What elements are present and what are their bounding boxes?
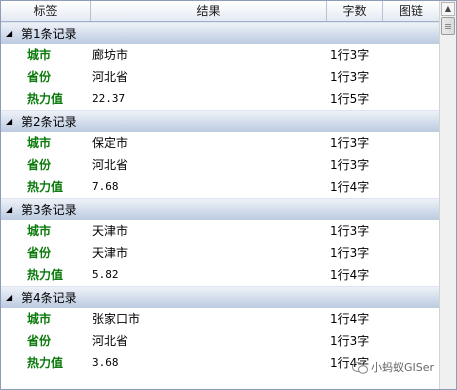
row-result: 天津市 (92, 224, 129, 238)
row-tag: 城市 (27, 312, 52, 326)
grid-header: 标签 结果 字数 图链 (1, 1, 439, 22)
row-count: 1行3字 (330, 136, 370, 150)
row-tag: 省份 (27, 70, 52, 84)
watermark: 小蚂蚁GISer (352, 359, 434, 377)
table-row[interactable]: 城市 廊坊市 1行3字 (1, 44, 439, 66)
watermark-text: 小蚂蚁GISer (371, 361, 435, 374)
row-tag: 热力值 (27, 268, 64, 282)
table-row[interactable]: 城市 天津市 1行3字 (1, 220, 439, 242)
row-result: 河北省 (92, 70, 129, 84)
chevron-up-icon[interactable]: ▲ (441, 2, 455, 16)
group-title: 第3条记录 (21, 203, 77, 217)
table-row[interactable]: 省份 河北省 1行3字 (1, 330, 439, 352)
scrollbar-thumb[interactable] (441, 17, 455, 35)
row-result: 廊坊市 (92, 48, 129, 62)
table-row[interactable]: 省份 天津市 1行3字 (1, 242, 439, 264)
row-count: 1行4字 (330, 180, 370, 194)
row-result: 22.37 (92, 92, 126, 105)
table-row[interactable]: 省份 河北省 1行3字 (1, 154, 439, 176)
row-result: 7.68 (92, 180, 119, 193)
column-header-image[interactable]: 图链 (383, 1, 439, 21)
row-tag: 省份 (27, 158, 52, 172)
row-result: 张家口市 (92, 312, 141, 326)
row-count: 1行3字 (330, 158, 370, 172)
group-row[interactable]: ◢ 第3条记录 (1, 198, 439, 220)
group-title: 第1条记录 (21, 27, 77, 41)
row-count: 1行3字 (330, 48, 370, 62)
row-tag: 热力值 (27, 180, 64, 194)
row-count: 1行3字 (330, 246, 370, 260)
column-header-count[interactable]: 字数 (327, 1, 383, 21)
row-tag: 省份 (27, 246, 52, 260)
group-title: 第2条记录 (21, 115, 77, 129)
row-count: 1行3字 (330, 70, 370, 84)
table-row[interactable]: 省份 河北省 1行3字 (1, 66, 439, 88)
grip-line (445, 28, 451, 29)
triangle-down-icon[interactable]: ◢ (6, 287, 16, 309)
row-count: 1行5字 (330, 92, 370, 106)
row-result: 保定市 (92, 136, 129, 150)
row-count: 1行4字 (330, 268, 370, 282)
table-row[interactable]: 热力值 22.37 1行5字 (1, 88, 439, 110)
table-row[interactable]: 城市 保定市 1行3字 (1, 132, 439, 154)
grip-line (445, 26, 451, 27)
row-result: 天津市 (92, 246, 129, 260)
row-tag: 城市 (27, 48, 52, 62)
triangle-down-icon[interactable]: ◢ (6, 111, 16, 133)
group-row[interactable]: ◢ 第1条记录 (1, 22, 439, 44)
property-grid: 标签 结果 字数 图链 ◢ 第1条记录 城市 廊坊市 1行3字 省份 河北省 1行3字 热力值 2… (0, 0, 457, 390)
row-tag: 城市 (27, 224, 52, 238)
triangle-down-icon[interactable]: ◢ (6, 199, 16, 221)
table-row[interactable]: 城市 张家口市 1行4字 (1, 308, 439, 330)
row-result: 3.68 (92, 356, 119, 369)
row-tag: 城市 (27, 136, 52, 150)
triangle-down-icon[interactable]: ◢ (6, 23, 16, 45)
group-row[interactable]: ◢ 第2条记录 (1, 110, 439, 132)
table-row[interactable]: 热力值 7.68 1行4字 (1, 176, 439, 198)
row-tag: 热力值 (27, 356, 64, 370)
vertical-scrollbar[interactable]: ▲ (439, 1, 456, 389)
column-header-result[interactable]: 结果 (91, 1, 327, 21)
column-header-tag[interactable]: 标签 (1, 1, 91, 21)
row-result: 5.82 (92, 268, 119, 281)
group-title: 第4条记录 (21, 291, 77, 305)
row-count: 1行3字 (330, 334, 370, 348)
row-result: 河北省 (92, 334, 129, 348)
row-result: 河北省 (92, 158, 129, 172)
grip-line (445, 24, 451, 25)
row-tag: 热力值 (27, 92, 64, 106)
group-row[interactable]: ◢ 第4条记录 (1, 286, 439, 308)
row-count: 1行3字 (330, 224, 370, 238)
row-tag: 省份 (27, 334, 52, 348)
grid-body: ◢ 第1条记录 城市 廊坊市 1行3字 省份 河北省 1行3字 热力值 22.37 1行5字 ◢ 第2条… (1, 22, 439, 374)
table-row[interactable]: 热力值 5.82 1行4字 (1, 264, 439, 286)
wechat-icon (352, 362, 368, 374)
row-count: 1行4字 (330, 312, 370, 326)
